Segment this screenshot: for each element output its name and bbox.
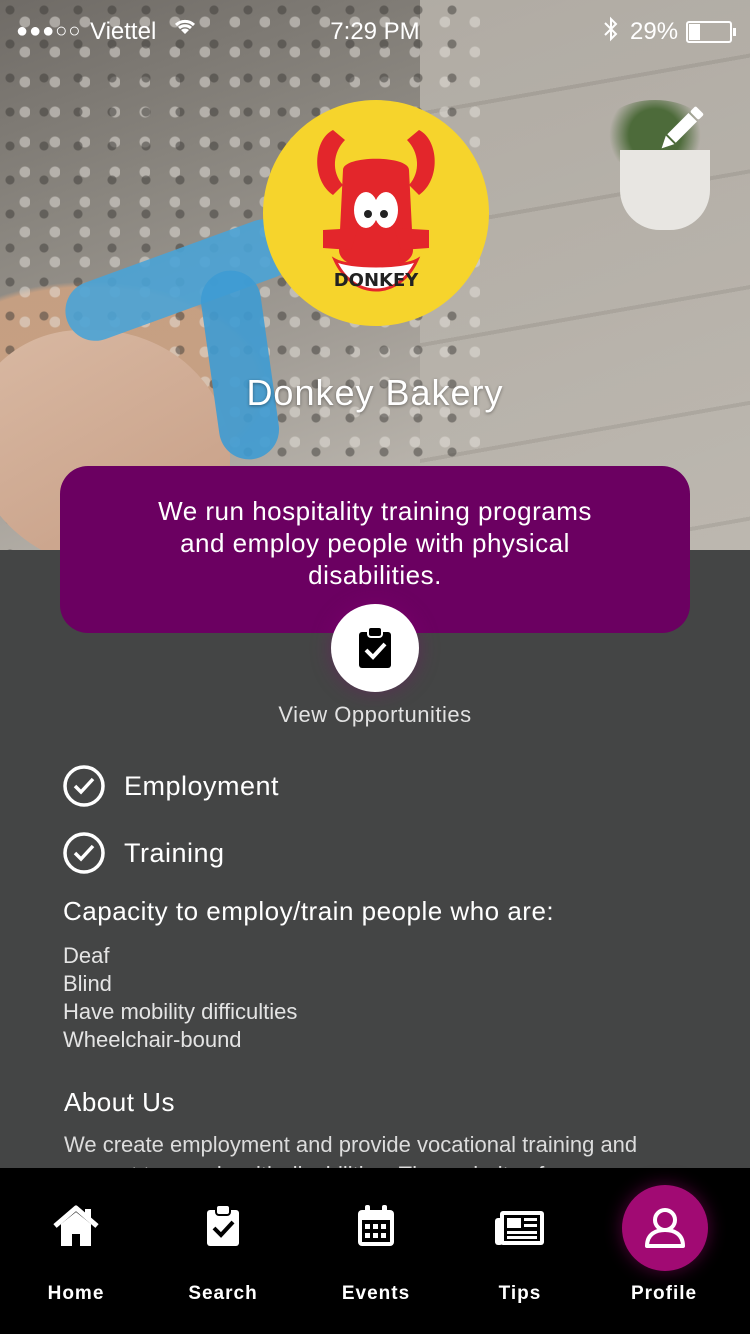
organization-name: Donkey Bakery [246, 372, 504, 413]
offering-employment: Employment [62, 764, 279, 808]
edit-profile-button[interactable] [650, 100, 710, 160]
home-icon [53, 1205, 99, 1246]
tab-tips[interactable]: Tips [445, 1168, 595, 1334]
organization-logo: DONKEY [263, 100, 489, 326]
tab-home[interactable]: Home [1, 1168, 151, 1334]
tab-events[interactable]: Events [301, 1168, 451, 1334]
battery-percent: 29% [630, 18, 679, 45]
capacity-item: Blind [63, 971, 112, 996]
tab-label: Search [188, 1283, 258, 1304]
tab-label: Profile [630, 1283, 698, 1304]
clipboard-check-icon [359, 626, 391, 668]
tab-label: Events [341, 1283, 411, 1304]
check-circle-icon [63, 832, 105, 874]
bluetooth-icon [602, 16, 620, 49]
pencil-icon [661, 106, 704, 149]
capacity-item: Have mobility difficulties [63, 999, 298, 1024]
tab-search[interactable]: Search [148, 1168, 298, 1334]
offering-training: Training [62, 831, 225, 875]
cover-photo-pot [620, 150, 710, 230]
capacity-title: Capacity to employ/train people who are: [63, 896, 555, 926]
tab-label: Tips [498, 1283, 542, 1304]
capacity-list: Deaf Blind Have mobility difficulties Wh… [63, 942, 297, 1054]
calendar-icon [358, 1205, 394, 1246]
clipboard-check-icon [207, 1204, 239, 1246]
tab-label: Home [47, 1283, 105, 1304]
offering-label: Training [124, 837, 225, 868]
about-title: About Us [64, 1087, 175, 1117]
newspaper-icon [495, 1211, 544, 1245]
capacity-item: Deaf [63, 943, 110, 968]
about-text: We create employment and provide vocatio… [64, 1132, 638, 1170]
logo-text: DONKEY [334, 270, 420, 291]
check-circle-icon [63, 765, 105, 807]
view-opportunities-button[interactable] [331, 604, 419, 692]
mission-text: We run hospitality training programs and… [158, 495, 592, 590]
status-bar: ●●●○○ Viettel 7:29 PM 29% [0, 0, 750, 64]
view-opportunities-label[interactable]: View Opportunities [0, 702, 750, 728]
battery-icon [686, 21, 736, 43]
capacity-item: Wheelchair-bound [63, 1027, 242, 1052]
user-icon [645, 1208, 685, 1248]
tab-profile-active-indicator[interactable] [622, 1185, 708, 1271]
offering-label: Employment [124, 770, 280, 801]
